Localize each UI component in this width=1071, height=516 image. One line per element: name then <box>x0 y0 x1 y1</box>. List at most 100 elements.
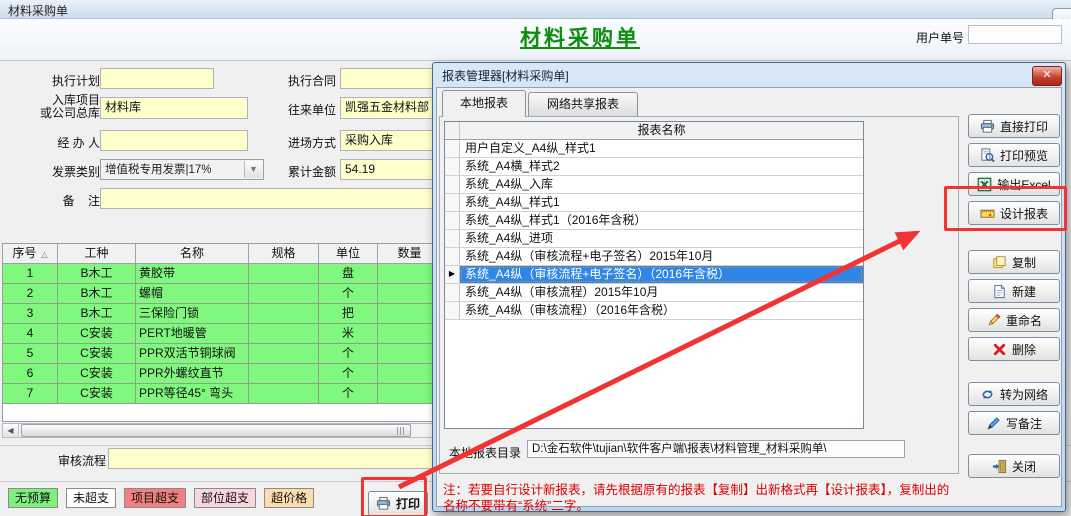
status-legend: 无预算 未超支 项目超支 部位超支 超价格 <box>8 488 314 508</box>
window-titlebar: 材料采购单 <box>0 0 1071 19</box>
new-document-icon <box>992 284 1007 299</box>
write-note-button[interactable]: 写备注 <box>968 411 1060 435</box>
cell-worktype: C安装 <box>58 324 136 343</box>
invoice-type-select[interactable]: 增值税专用发票|17% ▼ <box>100 159 264 180</box>
report-row[interactable]: 系统_A4纵_入库 <box>445 176 863 194</box>
cell-worktype: B木工 <box>58 264 136 283</box>
report-list-header: 报表名称 <box>445 122 863 140</box>
dialog-close-button[interactable]: ✕ <box>1032 66 1062 86</box>
report-row-marker <box>445 176 460 193</box>
copy-button[interactable]: 复制 <box>968 250 1060 274</box>
report-name-column-header[interactable]: 报表名称 <box>460 122 863 139</box>
sync-arrows-icon <box>980 387 995 402</box>
report-list: 报表名称 用户自定义_A4纵_样式1 系统_A4横_样式2 <box>444 121 864 429</box>
print-button[interactable]: 打印 <box>368 491 428 516</box>
print-preview-icon <box>980 148 995 163</box>
report-row[interactable]: 系统_A4纵（审核流程+电子签名）2015年10月 <box>445 248 863 266</box>
report-row-marker: ▶ <box>445 266 460 283</box>
cell-no: 7 <box>3 384 58 403</box>
report-row[interactable]: 系统_A4纵（审核流程）2015年10月 <box>445 284 863 302</box>
cell-spec <box>249 384 319 403</box>
form-header: 材料采购单 用户单号 <box>0 19 1071 61</box>
cell-no: 1 <box>3 264 58 283</box>
cell-unit: 个 <box>319 344 378 363</box>
local-report-dir-field[interactable]: D:\金石软件\tujian\软件客户端\报表\材料管理_材料采购单\ <box>527 440 905 458</box>
table-row[interactable]: 6 C安装 PPR外螺纹直节 个 1 <box>3 364 442 384</box>
print-preview-button[interactable]: 打印预览 <box>968 143 1060 167</box>
scroll-left-icon[interactable]: ◀ <box>3 424 19 437</box>
report-row-marker <box>445 230 460 247</box>
warehouse-label: 入库项目或公司总库 <box>20 94 100 120</box>
report-row-marker <box>445 248 460 265</box>
button-label: 打印预览 <box>1000 147 1048 164</box>
tab-local-reports[interactable]: 本地报表 <box>442 90 526 117</box>
exec-plan-input[interactable] <box>100 68 214 89</box>
cell-no: 3 <box>3 304 58 323</box>
report-row-name: 系统_A4纵_进项 <box>460 230 863 247</box>
report-row[interactable]: 用户自定义_A4纵_样式1 <box>445 140 863 158</box>
button-label: 输出Excel <box>997 176 1050 193</box>
export-excel-button[interactable]: 输出Excel <box>968 172 1060 196</box>
cell-name: 螺帽 <box>136 284 249 303</box>
delete-button[interactable]: 删除 <box>968 337 1060 361</box>
col-header-unit[interactable]: 单位 <box>319 244 378 263</box>
report-manager-dialog: 报表管理器[材料采购单] ✕ 本地报表 网络共享报表 报表名称 用户自定义_A4… <box>432 62 1066 512</box>
report-row-marker <box>445 302 460 319</box>
table-row[interactable]: 2 B木工 螺帽 个 1 <box>3 284 442 304</box>
rename-button[interactable]: 重命名 <box>968 308 1060 332</box>
report-row-name: 用户自定义_A4纵_样式1 <box>460 140 863 157</box>
total-amount-label: 累计金额 <box>256 163 336 180</box>
close-button[interactable]: 关闭 <box>968 454 1060 478</box>
tab-network-shared-reports[interactable]: 网络共享报表 <box>528 92 638 116</box>
new-button[interactable]: 新建 <box>968 279 1060 303</box>
report-row[interactable]: 系统_A4纵_进项 <box>445 230 863 248</box>
button-label: 重命名 <box>1006 312 1042 329</box>
col-header-spec[interactable]: 规格 <box>249 244 319 263</box>
cell-name: PERT地暖管 <box>136 324 249 343</box>
local-report-dir-label: 本地报表目录 <box>449 444 521 461</box>
report-row[interactable]: 系统_A4纵_样式1 <box>445 194 863 212</box>
report-row[interactable]: 系统_A4纵_样式1（2016年含税） <box>445 212 863 230</box>
print-button-label: 打印 <box>396 495 420 512</box>
report-row-name: 系统_A4纵_样式1（2016年含税） <box>460 212 863 229</box>
table-row[interactable]: 1 B木工 黄胶带 盘 1 <box>3 264 442 284</box>
cell-worktype: C安装 <box>58 364 136 383</box>
cell-unit: 个 <box>319 384 378 403</box>
exec-contract-label: 执行合同 <box>256 72 336 89</box>
scrollbar-thumb[interactable] <box>21 424 411 437</box>
report-row-marker <box>445 158 460 175</box>
cell-worktype: B木工 <box>58 304 136 323</box>
dialog-body: 本地报表 网络共享报表 报表名称 用户自定义_A4纵_样式1 <box>436 87 1062 507</box>
cell-name: PPR外螺纹直节 <box>136 364 249 383</box>
table-row[interactable]: 4 C安装 PERT地暖管 米 1 <box>3 324 442 344</box>
report-row[interactable]: ▶ 系统_A4纵（审核流程+电子签名）（2016年含税） <box>445 266 863 284</box>
col-header-name[interactable]: 名称 <box>136 244 249 263</box>
user-no-input[interactable] <box>968 25 1062 44</box>
report-row-name: 系统_A4纵（审核流程）2015年10月 <box>460 284 863 301</box>
warehouse-label-line1: 入库项目 <box>52 93 100 107</box>
direct-print-button[interactable]: 直接打印 <box>968 114 1060 138</box>
pencil-icon <box>986 313 1001 328</box>
table-row[interactable]: 5 C安装 PPR双活节铜球阀 个 1 <box>3 344 442 364</box>
legend-chip-label: 未超支 <box>73 491 109 505</box>
report-row[interactable]: 系统_A4纵（审核流程）（2016年含税） <box>445 302 863 320</box>
handler-input[interactable] <box>100 130 248 151</box>
report-row-marker <box>445 194 460 211</box>
table-row[interactable]: 3 B木工 三保险门锁 把 1 <box>3 304 442 324</box>
counterpart-label: 往来单位 <box>256 101 336 118</box>
app-window: 材料采购单 ✕ 材料采购单 用户单号 执行计划 执行合同 入库项目或公司总库 材… <box>0 0 1071 516</box>
design-report-button[interactable]: 设计报表 <box>968 201 1060 225</box>
report-row[interactable]: 系统_A4横_样式2 <box>445 158 863 176</box>
report-row-marker <box>445 140 460 157</box>
cell-no: 4 <box>3 324 58 343</box>
table-row[interactable]: 7 C安装 PPR等径45° 弯头 个 1 <box>3 384 442 404</box>
legend-chip-label: 部位超支 <box>201 491 249 505</box>
to-network-button[interactable]: 转为网络 <box>968 382 1060 406</box>
cell-worktype: C安装 <box>58 384 136 403</box>
col-header-no[interactable]: 序号△ <box>3 244 58 263</box>
legend-chip: 部位超支 <box>194 488 256 508</box>
col-header-worktype[interactable]: 工种 <box>58 244 136 263</box>
warehouse-input[interactable]: 材料库 <box>100 97 248 119</box>
cell-spec <box>249 304 319 323</box>
button-label: 删除 <box>1012 341 1036 358</box>
